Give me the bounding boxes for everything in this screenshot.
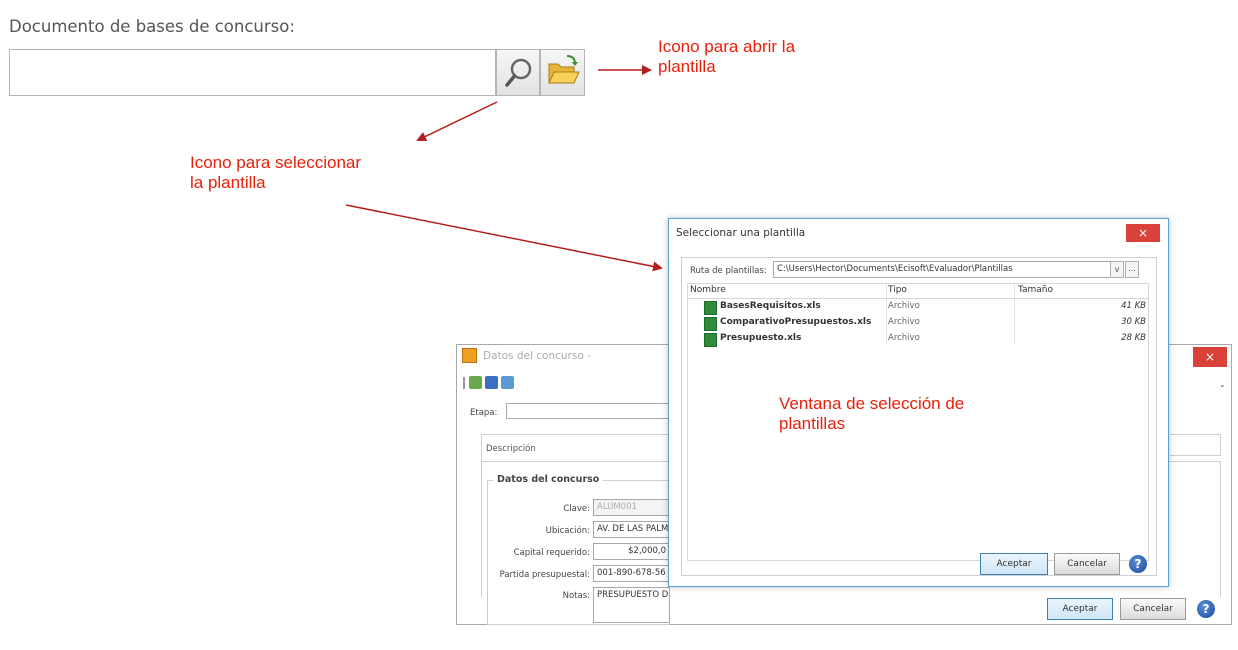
dialog-accept-button[interactable]: Aceptar xyxy=(980,553,1048,575)
search-button[interactable] xyxy=(496,49,540,96)
arrow-select xyxy=(416,101,498,142)
tab-strip-line xyxy=(1170,434,1221,456)
new-icon[interactable] xyxy=(469,376,482,389)
field-label: Documento de bases de concurso: xyxy=(9,17,295,36)
partida-label: Partida presupuestal: xyxy=(499,570,590,580)
ubicacion-field[interactable]: AV. DE LAS PALM xyxy=(593,521,670,538)
file-size: 28 KB xyxy=(1121,333,1146,343)
close-button[interactable]: × xyxy=(1193,347,1227,367)
column-header-name[interactable]: Nombre xyxy=(690,285,726,295)
magnifier-icon xyxy=(505,58,532,87)
annotation-line: Icono para abrir la xyxy=(658,37,796,56)
close-icon: × xyxy=(1204,350,1216,364)
toolbar xyxy=(463,375,543,391)
annotation-select-template: Icono para seleccionar la plantilla xyxy=(190,153,361,193)
annotation-line: la plantilla xyxy=(190,173,266,192)
notas-label: Notas: xyxy=(562,591,590,601)
tab-label: Descripción xyxy=(486,444,536,454)
tab-descripcion[interactable]: Descripción xyxy=(481,434,671,462)
capital-label: Capital requerido: xyxy=(513,548,590,558)
excel-icon xyxy=(704,317,717,331)
path-browse-button[interactable]: ... xyxy=(1125,261,1139,278)
file-type: Archivo xyxy=(888,317,920,327)
annotation-line: plantillas xyxy=(779,414,846,433)
right-combos xyxy=(1190,490,1212,650)
annotation-line: plantilla xyxy=(658,57,716,76)
list-item[interactable]: ComparativoPresupuestos.xls Archivo 30 K… xyxy=(688,317,1148,331)
file-size: 41 KB xyxy=(1121,301,1146,311)
window-title: Datos del concurso - xyxy=(483,350,591,362)
file-size: 30 KB xyxy=(1121,317,1146,327)
refresh-icon[interactable] xyxy=(501,376,514,389)
main-cancel-button[interactable]: Cancelar xyxy=(1120,598,1186,620)
etapa-label: Etapa: xyxy=(470,408,498,418)
ubicacion-label: Ubicación: xyxy=(545,526,590,536)
group-concurso-title: Datos del concurso xyxy=(493,474,604,485)
main-accept-button[interactable]: Aceptar xyxy=(1047,598,1113,620)
close-icon: × xyxy=(1137,226,1149,240)
capital-field[interactable]: $2,000,0 xyxy=(593,543,670,560)
dialog-help-icon[interactable]: ? xyxy=(1129,555,1147,573)
list-item[interactable]: BasesRequisitos.xls Archivo 41 KB xyxy=(688,301,1148,315)
save-icon[interactable] xyxy=(485,376,498,389)
dialog-title: Seleccionar una plantilla xyxy=(676,227,806,239)
file-name: BasesRequisitos.xls xyxy=(720,301,821,311)
file-name: Presupuesto.xls xyxy=(720,333,802,343)
file-name: ComparativoPresupuestos.xls xyxy=(720,317,872,327)
column-header-size[interactable]: Tamaño xyxy=(1018,285,1053,295)
app-icon xyxy=(462,348,477,363)
path-dropdown-button[interactable]: v xyxy=(1110,261,1124,278)
annotation-open-template: Icono para abrir la plantilla xyxy=(658,37,795,77)
partida-field[interactable]: 001-890-678-56 xyxy=(593,565,670,582)
open-folder-button[interactable] xyxy=(540,49,585,96)
dialog-cancel-button[interactable]: Cancelar xyxy=(1054,553,1120,575)
toolbar-separator xyxy=(463,377,465,389)
chevron-down-icon[interactable]: ⌄ xyxy=(1219,380,1226,389)
clave-label: Clave: xyxy=(563,504,590,514)
column-header-type[interactable]: Tipo xyxy=(888,285,907,295)
document-path-input[interactable] xyxy=(9,49,496,96)
path-label: Ruta de plantillas: xyxy=(690,266,767,276)
annotation-dialog: Ventana de selección de plantillas xyxy=(779,394,964,434)
open-folder-icon xyxy=(548,55,580,84)
path-field[interactable]: C:\Users\Hector\Documents\Ecisoft\Evalua… xyxy=(773,261,1111,278)
file-list-header: Nombre Tipo Tamaño xyxy=(688,284,1148,344)
list-item[interactable]: Presupuesto.xls Archivo 28 KB xyxy=(688,333,1148,347)
main-help-icon[interactable]: ? xyxy=(1197,600,1215,618)
clave-field[interactable]: ALUM001 xyxy=(593,499,670,516)
arrow-dialog xyxy=(345,204,663,272)
file-type: Archivo xyxy=(888,301,920,311)
file-type: Archivo xyxy=(888,333,920,343)
annotation-line: Ventana de selección de xyxy=(779,394,965,413)
notas-field[interactable]: PRESUPUESTO D xyxy=(593,587,670,623)
excel-icon xyxy=(704,333,717,347)
excel-icon xyxy=(704,301,717,315)
annotation-line: Icono para seleccionar xyxy=(190,153,362,172)
dialog-close-button[interactable]: × xyxy=(1126,224,1160,242)
